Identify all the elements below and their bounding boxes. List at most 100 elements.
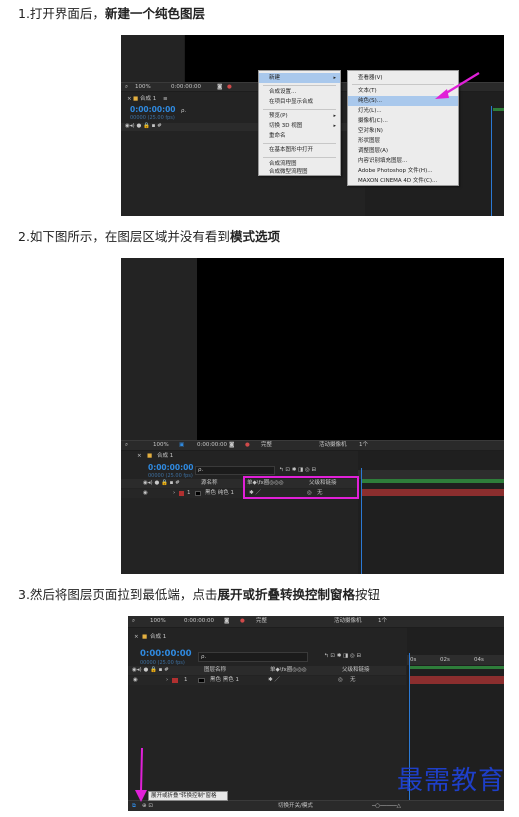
layer-column-header: ◉◂) ● 🔒 ▪ # 图层名称 单◆\fx圈◎◎◎ 父级和链接 [128,666,406,675]
search-input[interactable]: ρ. [195,466,275,475]
timeline-tools-icons[interactable]: ↰ ⊡ ✱ ◨ ◎ ⊟ [279,467,316,474]
time-ruler[interactable]: 0s 02s 04s [407,655,504,665]
views-dropdown[interactable]: 1个 [359,442,368,449]
submenu-item-light[interactable]: 灯光(L)... [348,106,458,116]
search-input[interactable]: ρ. [198,652,308,662]
camera-snapshot-icon[interactable]: ◙ [217,84,222,91]
viewer-timecode[interactable]: 0:00:00:00 [197,442,227,449]
layer-duration-bar[interactable] [361,489,504,496]
highlight-box [243,476,359,499]
submenu-item-label: 查看器(V) [358,75,383,81]
toggle-switches-icon[interactable]: ⊕ ⊡ [142,803,153,810]
col-source-name[interactable]: 源名称 [201,480,218,487]
pointer-arrow-icon [435,72,480,99]
layer-name[interactable]: 黑色 黑色 1 [210,677,239,684]
timecode-frames: 00000 (25.00 fps) [130,115,175,121]
toggle-switches-modes[interactable]: 切换开关/模式 [278,803,313,810]
tooltip: 展开或折叠"转换控制"窗格 [148,791,228,801]
resolution-dropdown[interactable]: 完整 [256,618,267,625]
close-tab-icon[interactable]: × [127,96,132,103]
pickwhip-icon[interactable]: ◎ [338,677,343,684]
col-switches[interactable]: 单◆\fx圈◎◎◎ [270,667,307,674]
current-time-indicator[interactable] [491,106,492,216]
current-time-indicator[interactable] [361,468,362,574]
menu-item-essential-graphics[interactable]: 在基本图形中打开 [259,145,340,155]
color-channel-icon[interactable]: ● [240,618,245,625]
search-icon[interactable]: ρ. [181,108,186,115]
camera-dropdown[interactable]: 活动摄像机 [334,618,362,625]
composition-viewer [197,258,504,440]
zoom-level[interactable]: 100% [153,442,169,449]
submenu-item-content-aware[interactable]: 内容识别填充图层... [348,156,458,166]
menu-item-rename[interactable]: 重命名 [259,131,340,141]
comp-tab[interactable]: 合成 1 [140,96,156,103]
magnify-icon[interactable]: ⌕ [125,84,128,91]
col-layer-name[interactable]: 图层名称 [204,667,226,674]
zoom-level[interactable]: 100% [150,618,166,625]
zoom-slider-icon[interactable]: ─○─────△ [372,803,401,810]
magnify-icon[interactable]: ⌕ [132,618,135,625]
resolution-dropdown[interactable]: 完整 [261,442,272,449]
comp-tab[interactable]: 合成 1 [150,634,166,641]
current-timecode[interactable]: 0:00:00:00 [130,105,176,114]
col-parent[interactable]: 父级和链接 [342,667,370,674]
step-3-text: 3.然后将图层页面拉到最低端，点击展开或折叠转换控制窗格按钮 [18,587,380,603]
camera-dropdown[interactable]: 活动摄像机 [319,442,347,449]
viewer-timecode[interactable]: 0:00:00:00 [171,84,201,91]
menu-item-new[interactable]: 新建 ▸ [259,73,340,83]
submenu-item-label: 空对象(N) [358,128,383,134]
camera-snapshot-icon[interactable]: ◙ [229,442,234,449]
layer-label-color[interactable] [179,491,184,496]
timeline-tools-icons[interactable]: ↰ ⊡ ✱ ◨ ◎ ⊟ [324,653,361,660]
viewer-toolbar: ⌕ 100% ▣ 0:00:00:00 ◙ ● 完整 活动摄像机 1个 [121,440,504,450]
timeline-panel: × ■ 合成 1 0:00:00:00 00000 (25.00 fps) ρ.… [121,451,504,574]
region-icon[interactable]: ▣ [179,442,184,449]
color-channel-icon[interactable]: ● [245,442,250,449]
views-dropdown[interactable]: 1个 [378,618,387,625]
submenu-item-photoshop[interactable]: Adobe Photoshop 文件(H)... [348,166,458,176]
layer-name[interactable]: 黑色 纯色 1 [205,490,234,497]
ruler-mark: 04s [474,657,484,663]
submenu-item-camera[interactable]: 摄像机(C)... [348,116,458,126]
project-panel [121,258,197,440]
pointer-arrow-icon [135,747,147,802]
viewer-timecode[interactable]: 0:00:00:00 [184,618,214,625]
menu-item-comp-settings[interactable]: 合成设置... [259,87,340,97]
layer-switch-icons[interactable]: ✱ ／ [268,677,280,684]
menu-separator [263,157,336,158]
submenu-item-adjustment[interactable]: 调整图层(A) [348,146,458,156]
step-1-text: 1.打开界面后，新建一个纯色图层 [18,6,205,22]
comp-tab[interactable]: 合成 1 [157,453,173,460]
layer-row[interactable]: ◉ › 1 黑色 黑色 1 ✱ ／ ◎ 无 [128,676,406,685]
parent-dropdown[interactable]: 无 [350,677,356,684]
menu-item-reveal-comp[interactable]: 在项目中显示合成 [259,97,340,107]
time-ruler[interactable] [358,470,504,479]
current-timecode[interactable]: 0:00:00:00 [140,649,192,659]
magnify-icon[interactable]: ⌕ [125,442,128,449]
close-tab-icon[interactable]: × [134,634,139,641]
layer-duration-bar[interactable] [409,676,504,684]
expand-chevron-icon[interactable]: › [166,677,168,684]
tab-menu-icon[interactable]: ≡ [163,96,168,103]
submenu-item-shape-layer[interactable]: 形状图层 [348,136,458,146]
visibility-eye-icon[interactable]: ◉ [143,490,148,497]
close-tab-icon[interactable]: × [137,453,142,460]
current-timecode[interactable]: 0:00:00:00 [148,463,194,472]
timeline-bottom-bar: ⧉ ⊕ ⊡ 切换开关/模式 ─○─────△ [128,800,504,811]
work-area-bar[interactable] [409,666,504,669]
visibility-eye-icon[interactable]: ◉ [133,677,138,684]
camera-snapshot-icon[interactable]: ◙ [224,618,229,625]
menu-item-preview[interactable]: 预览(P) ▸ [259,111,340,121]
menu-item-mini-flowchart[interactable]: 合成微型流程图 [259,168,340,176]
toggle-transfer-controls-icon[interactable]: ⧉ [132,803,136,810]
zoom-level[interactable]: 100% [135,84,151,91]
av-switches-icons: ◉◂) ● 🔒 ▪ # [125,123,162,129]
layer-label-color[interactable] [172,678,178,683]
submenu-item-label: 纯色(S)... [358,98,383,104]
color-channel-icon[interactable]: ● [227,84,232,91]
submenu-item-cinema4d[interactable]: MAXON CINEMA 4D 文件(C)... [348,176,458,186]
expand-chevron-icon[interactable]: › [173,490,175,497]
submenu-item-null[interactable]: 空对象(N) [348,126,458,136]
work-area-bar[interactable] [361,479,504,483]
menu-item-3d-view[interactable]: 切换 3D 视图 ▸ [259,121,340,131]
